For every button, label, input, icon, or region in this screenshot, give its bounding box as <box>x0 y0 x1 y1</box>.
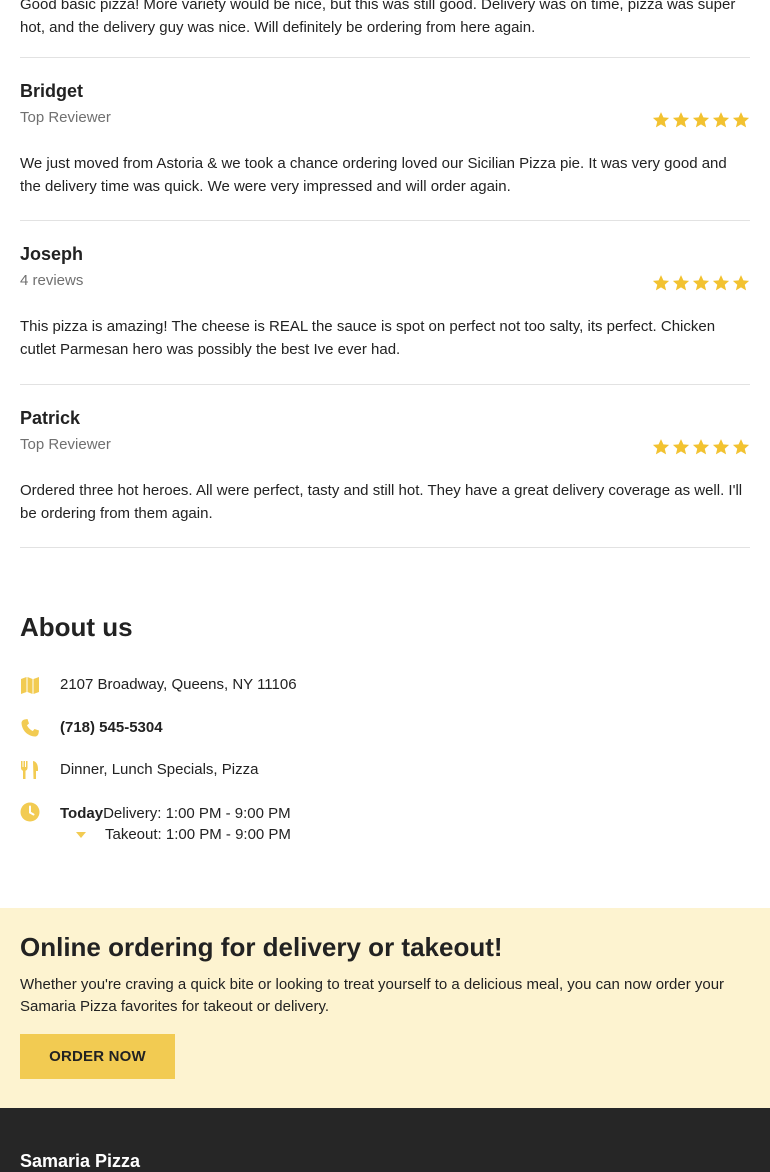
hours-today-line: TodayDelivery: 1:00 PM - 9:00 PM <box>60 803 291 825</box>
star-icon <box>652 439 670 455</box>
online-ordering-banner: Online ordering for delivery or takeout!… <box>0 908 770 1108</box>
takeout-hours: Takeout: 1:00 PM - 9:00 PM <box>105 826 291 843</box>
delivery-hours: Delivery: 1:00 PM - 9:00 PM <box>103 805 291 822</box>
review-text: This pizza is amazing! The cheese is REA… <box>20 318 716 358</box>
star-icon <box>652 112 670 128</box>
promo-text: Whether you're craving a quick bite or l… <box>20 976 725 1015</box>
divider <box>20 547 750 548</box>
reviewer-subtitle: 4 reviews <box>20 272 84 289</box>
divider <box>20 220 750 221</box>
about-section: About us 2107 Broadway, Queens, NY 11106… <box>20 612 750 843</box>
utensils-icon <box>21 761 38 779</box>
review-text: We just moved from Astoria & we took a c… <box>20 155 727 195</box>
star-icon <box>672 275 690 291</box>
star-icon <box>672 112 690 128</box>
order-now-button[interactable]: ORDER NOW <box>20 1034 175 1079</box>
star-icon <box>712 275 730 291</box>
hours-block: TodayDelivery: 1:00 PM - 9:00 PM Takeout… <box>60 802 291 846</box>
star-rating <box>652 438 750 456</box>
review-item: Patrick Top Reviewer Ordered three hot h… <box>20 407 750 525</box>
address-text: 2107 Broadway, Queens, NY 11106 <box>60 676 297 693</box>
phone-row: (718) 545-5304 <box>20 718 163 738</box>
hours-row: TodayDelivery: 1:00 PM - 9:00 PM Takeout… <box>20 802 291 846</box>
promo-title: Online ordering for delivery or takeout! <box>20 932 503 962</box>
star-icon <box>692 275 710 291</box>
star-icon <box>692 112 710 128</box>
star-rating <box>652 274 750 292</box>
reviewer-name: Joseph <box>20 244 84 264</box>
star-icon <box>732 112 750 128</box>
star-icon <box>672 439 690 455</box>
phone-icon <box>21 719 39 737</box>
review-previous: Good basic pizza! More variety would be … <box>20 0 750 39</box>
hours-takeout-line: Takeout: 1:00 PM - 9:00 PM <box>60 824 291 846</box>
star-icon <box>732 439 750 455</box>
divider <box>20 384 750 385</box>
review-item: Joseph 4 reviews This pizza is amazing! … <box>20 243 750 361</box>
star-icon <box>652 275 670 291</box>
footer: Samaria Pizza <box>0 1108 770 1172</box>
reviewer-subtitle: Top Reviewer <box>20 109 111 126</box>
address-row: 2107 Broadway, Queens, NY 11106 <box>20 675 297 695</box>
today-label: Today <box>60 805 104 822</box>
cuisine-text: Dinner, Lunch Specials, Pizza <box>60 761 259 778</box>
review-text: Good basic pizza! More variety would be … <box>20 0 736 36</box>
review-item: Bridget Top Reviewer We just moved from … <box>20 80 750 198</box>
star-rating <box>652 111 750 129</box>
star-icon <box>712 112 730 128</box>
star-icon <box>692 439 710 455</box>
map-icon <box>21 677 39 694</box>
reviewer-subtitle: Top Reviewer <box>20 436 111 453</box>
divider <box>20 57 750 58</box>
reviewer-name: Bridget <box>20 81 83 101</box>
about-title: About us <box>20 612 133 642</box>
reviewer-name: Patrick <box>20 408 81 428</box>
review-text: Ordered three hot heroes. All were perfe… <box>20 482 743 522</box>
footer-restaurant-name: Samaria Pizza <box>20 1151 141 1171</box>
star-icon <box>732 275 750 291</box>
cuisine-row: Dinner, Lunch Specials, Pizza <box>20 760 258 780</box>
phone-link[interactable]: (718) 545-5304 <box>60 718 163 738</box>
star-icon <box>712 439 730 455</box>
clock-icon <box>20 802 40 822</box>
chevron-down-icon[interactable] <box>76 832 86 839</box>
